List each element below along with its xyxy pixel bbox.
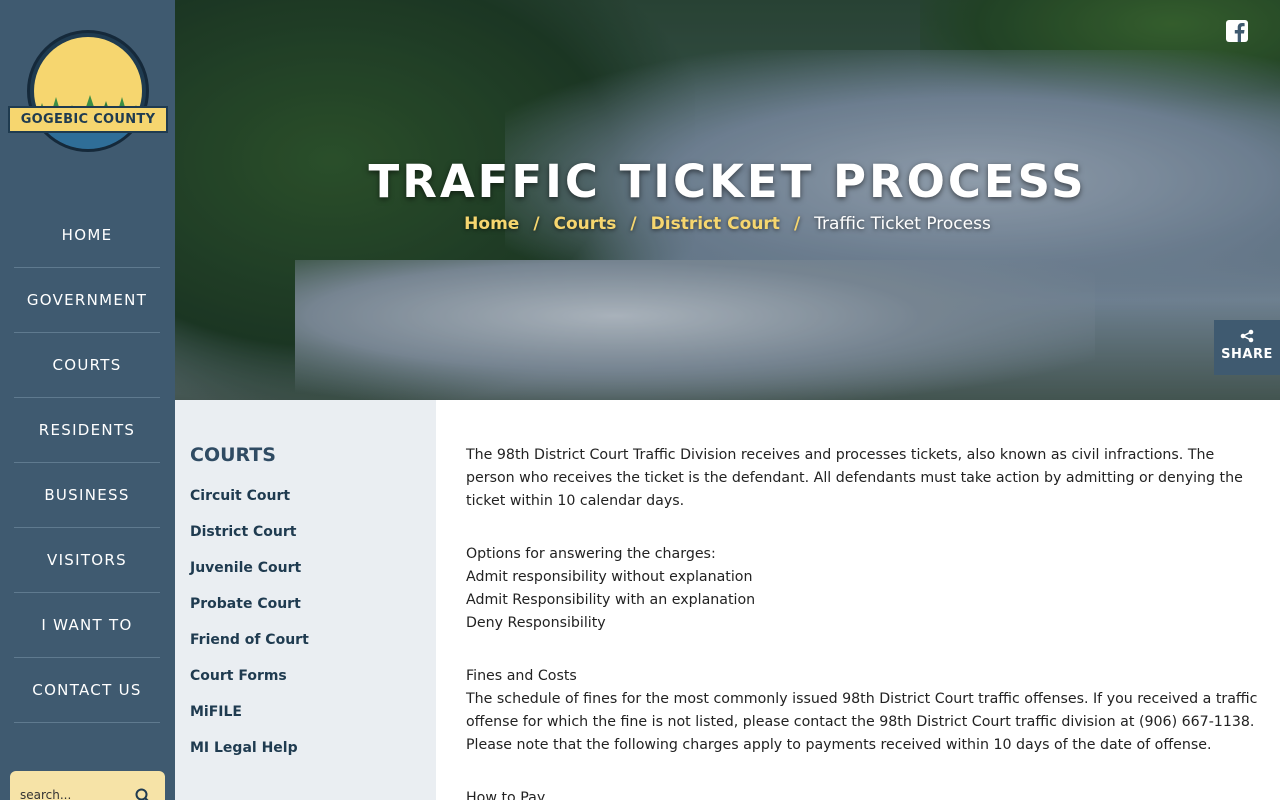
menu-link-courts[interactable]: COURTS [52,356,121,374]
breadcrumb-separator: / [533,214,540,234]
fines-heading: Fines and Costs [466,668,577,684]
menu-item-government: GOVERNMENT [14,268,160,333]
breadcrumb-separator: / [630,214,637,234]
menu-link-business[interactable]: BUSINESS [44,486,129,504]
section-link-probate-court[interactable]: Probate Court [190,596,301,612]
menu-item-business: BUSINESS [14,463,160,528]
section-link-item: Juvenile Court [190,557,309,593]
menu-link-i-want-to[interactable]: I WANT TO [41,616,132,634]
article-content: The 98th District Court Traffic Division… [466,444,1266,800]
pay-heading: How to Pay [466,790,546,800]
menu-item-courts: COURTS [14,333,160,398]
search-icon[interactable] [134,787,152,800]
section-link-item: District Court [190,521,309,557]
breadcrumb-separator: / [793,214,801,234]
breadcrumb-current: Traffic Ticket Process [814,214,991,234]
menu-link-government[interactable]: GOVERNMENT [27,291,147,309]
options-paragraph: Options for answering the charges: Admit… [466,543,1266,635]
option-item: Deny Responsibility [466,615,606,631]
menu-item-contact-us: CONTACT US [14,658,160,723]
section-link-mi-legal-help[interactable]: MI Legal Help [190,740,298,756]
fines-paragraph: Fines and Costs The schedule of fines fo… [466,665,1266,757]
menu-link-residents[interactable]: RESIDENTS [39,421,135,439]
menu-link-contact-us[interactable]: CONTACT US [32,681,141,699]
site-logo[interactable]: GOGEBIC COUNTY [8,30,168,154]
menu-item-home: HOME [14,203,160,268]
breadcrumb-link-home[interactable]: Home [464,214,519,234]
share-label: SHARE [1221,347,1273,362]
section-link-item: MiFILE [190,701,309,737]
section-link-item: MI Legal Help [190,737,309,773]
fines-text: The schedule of fines for the most commo… [466,691,1258,753]
page-title: TRAFFIC TICKET PROCESS [368,155,1087,208]
section-link-item: Court Forms [190,665,309,701]
section-sidebar: COURTS Circuit Court District Court Juve… [175,400,436,800]
search-input[interactable] [20,783,130,800]
hero-banner: TRAFFIC TICKET PROCESS Home / Courts / Distr… [175,0,1280,400]
menu-item-visitors: VISITORS [14,528,160,593]
section-links: Circuit Court District Court Juvenile Co… [190,485,309,773]
menu-item-i-want-to: I WANT TO [14,593,160,658]
section-link-item: Friend of Court [190,629,309,665]
share-icon [1240,329,1254,343]
section-link-friend-of-court[interactable]: Friend of Court [190,632,309,648]
section-link-item: Probate Court [190,593,309,629]
section-title: COURTS [190,444,276,466]
main-menu: HOME GOVERNMENT COURTS RESIDENTS BUSINES… [14,203,160,723]
section-link-item: Circuit Court [190,485,309,521]
menu-link-home[interactable]: HOME [62,226,113,244]
share-button[interactable]: SHARE [1214,320,1280,375]
intro-paragraph: The 98th District Court Traffic Division… [466,447,1243,509]
search-box [10,771,165,800]
section-link-circuit-court[interactable]: Circuit Court [190,488,290,504]
menu-item-residents: RESIDENTS [14,398,160,463]
section-link-mifile[interactable]: MiFILE [190,704,242,720]
option-item: Admit Responsibility with an explanation [466,592,756,608]
options-heading: Options for answering the charges: [466,546,716,562]
breadcrumb: Home / Courts / District Court / Traffic Ticke… [175,214,1280,234]
section-link-court-forms[interactable]: Court Forms [190,668,287,684]
breadcrumb-link-courts[interactable]: Courts [554,214,617,234]
section-link-district-court[interactable]: District Court [190,524,296,540]
option-item: Admit responsibility without explanation [466,569,753,585]
section-link-juvenile-court[interactable]: Juvenile Court [190,560,301,576]
menu-link-visitors[interactable]: VISITORS [47,551,127,569]
main-sidebar: GOGEBIC COUNTY HOME GOVERNMENT COURTS RE… [0,0,175,800]
breadcrumb-link-district-court[interactable]: District Court [651,214,780,234]
logo-emblem [27,30,149,152]
logo-text: GOGEBIC COUNTY [8,106,168,133]
facebook-icon[interactable] [1226,20,1248,42]
